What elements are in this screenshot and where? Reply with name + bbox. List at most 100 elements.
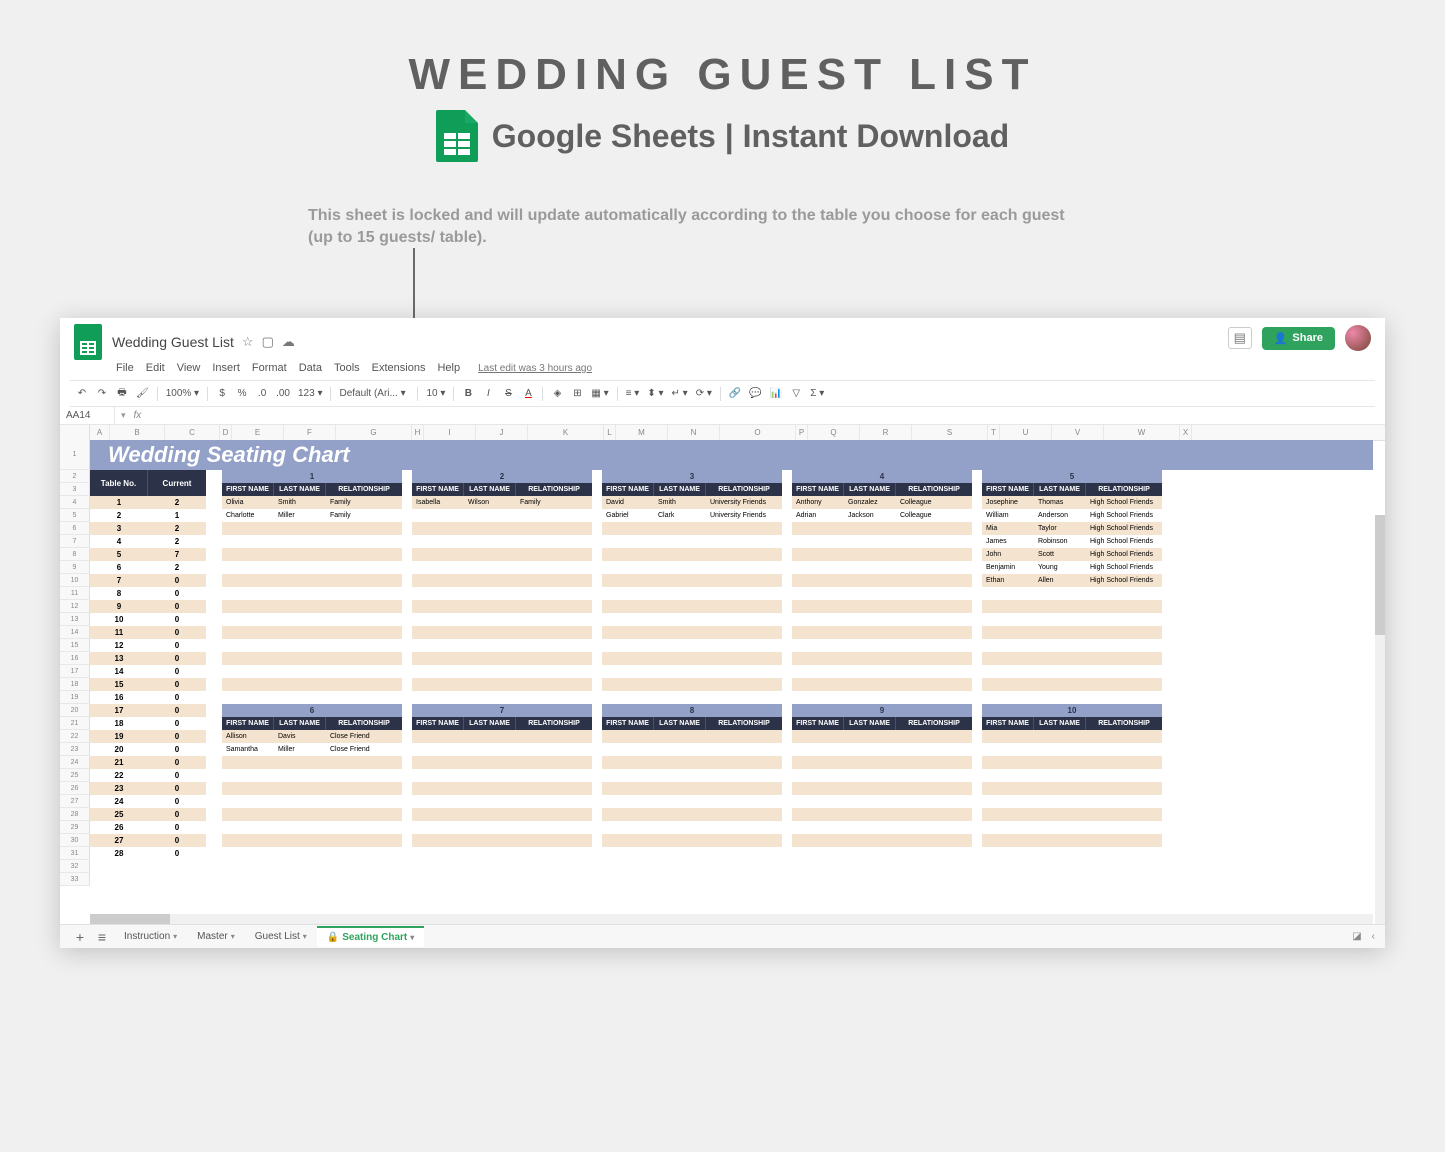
summary-row[interactable]: 57	[90, 548, 206, 561]
add-sheet-icon[interactable]: +	[70, 929, 90, 945]
table-row[interactable]	[792, 678, 972, 691]
table-row[interactable]	[602, 639, 782, 652]
table-row[interactable]	[412, 587, 592, 600]
summary-row[interactable]: 170	[90, 704, 206, 717]
table-row[interactable]	[412, 548, 592, 561]
table-row[interactable]	[792, 574, 972, 587]
table-row[interactable]: SamanthaMillerClose Friend	[222, 743, 402, 756]
row-header[interactable]: 9	[60, 561, 90, 574]
table-row[interactable]	[222, 587, 402, 600]
table-row[interactable]	[792, 730, 972, 743]
paint-format-icon[interactable]: 🖌	[136, 388, 149, 399]
table-row[interactable]	[602, 587, 782, 600]
row-header[interactable]: 24	[60, 756, 90, 769]
avatar[interactable]	[1345, 325, 1371, 351]
row-header[interactable]: 27	[60, 795, 90, 808]
table-row[interactable]	[412, 834, 592, 847]
table-row[interactable]: JohnScottHigh School Friends	[982, 548, 1162, 561]
summary-row[interactable]: 240	[90, 795, 206, 808]
comments-icon[interactable]: ▤	[1228, 327, 1252, 349]
table-row[interactable]	[222, 613, 402, 626]
summary-row[interactable]: 42	[90, 535, 206, 548]
table-row[interactable]: AllisonDavisClose Friend	[222, 730, 402, 743]
table-row[interactable]	[412, 769, 592, 782]
table-row[interactable]	[792, 808, 972, 821]
table-row[interactable]	[792, 652, 972, 665]
dec-decimal-icon[interactable]: .0	[256, 388, 268, 399]
share-button[interactable]: 👤Share	[1262, 327, 1335, 350]
table-row[interactable]	[602, 743, 782, 756]
col-header[interactable]: D	[220, 425, 232, 440]
col-header[interactable]: G	[336, 425, 412, 440]
functions-icon[interactable]: Σ ▾	[810, 388, 824, 399]
summary-row[interactable]: 21	[90, 509, 206, 522]
table-row[interactable]	[982, 795, 1162, 808]
table-row[interactable]	[222, 600, 402, 613]
summary-row[interactable]: 32	[90, 522, 206, 535]
menu-edit[interactable]: Edit	[146, 362, 165, 374]
bold-icon[interactable]: B	[462, 388, 474, 399]
table-row[interactable]	[792, 821, 972, 834]
table-row[interactable]	[222, 847, 402, 860]
table-row[interactable]	[222, 665, 402, 678]
table-row[interactable]	[982, 821, 1162, 834]
row-header[interactable]: 7	[60, 535, 90, 548]
table-row[interactable]	[412, 561, 592, 574]
tab-master[interactable]: Master▾	[187, 926, 245, 947]
table-row[interactable]	[222, 795, 402, 808]
print-icon[interactable]: 🖶	[116, 385, 128, 402]
table-row[interactable]	[412, 665, 592, 678]
undo-icon[interactable]: ↶	[76, 388, 88, 399]
table-row[interactable]	[412, 808, 592, 821]
table-row[interactable]	[602, 769, 782, 782]
summary-row[interactable]: 180	[90, 717, 206, 730]
menu-extensions[interactable]: Extensions	[372, 362, 426, 374]
table-row[interactable]	[792, 639, 972, 652]
wrap-icon[interactable]: ↵ ▾	[672, 388, 688, 399]
table-row[interactable]: CharlotteMillerFamily	[222, 509, 402, 522]
table-row[interactable]	[982, 613, 1162, 626]
summary-row[interactable]: 100	[90, 613, 206, 626]
table-row[interactable]	[792, 834, 972, 847]
table-row[interactable]	[982, 847, 1162, 860]
summary-row[interactable]: 220	[90, 769, 206, 782]
chart-icon[interactable]: 📊	[770, 388, 782, 399]
table-row[interactable]	[982, 808, 1162, 821]
row-header[interactable]: 15	[60, 639, 90, 652]
tab-dropdown-icon[interactable]: ▾	[410, 933, 414, 942]
col-header[interactable]: I	[424, 425, 476, 440]
table-row[interactable]	[222, 756, 402, 769]
currency-icon[interactable]: $	[216, 388, 228, 399]
col-header[interactable]: K	[528, 425, 604, 440]
row-header[interactable]: 3	[60, 483, 90, 496]
table-row[interactable]	[982, 834, 1162, 847]
summary-row[interactable]: 260	[90, 821, 206, 834]
col-header[interactable]: J	[476, 425, 528, 440]
table-row[interactable]	[222, 522, 402, 535]
row-header[interactable]: 16	[60, 652, 90, 665]
font-select[interactable]: Default (Ari... ▾	[339, 388, 409, 399]
row-header[interactable]: 2	[60, 470, 90, 483]
table-row[interactable]	[792, 756, 972, 769]
table-row[interactable]	[222, 561, 402, 574]
menu-format[interactable]: Format	[252, 362, 287, 374]
col-header[interactable]: X	[1180, 425, 1192, 440]
table-row[interactable]: JosephineThomasHigh School Friends	[982, 496, 1162, 509]
col-header[interactable]: S	[912, 425, 988, 440]
tab-guest-list[interactable]: Guest List▾	[245, 926, 317, 947]
table-row[interactable]	[602, 613, 782, 626]
table-row[interactable]: JamesRobinsonHigh School Friends	[982, 535, 1162, 548]
spreadsheet-grid[interactable]: ABCDEFGHIJKLMNOPQRSTUVWX 123456789101112…	[60, 425, 1385, 948]
table-row[interactable]: MiaTaylorHigh School Friends	[982, 522, 1162, 535]
more-format-icon[interactable]: 123 ▾	[298, 388, 322, 399]
table-row[interactable]	[222, 834, 402, 847]
summary-row[interactable]: 270	[90, 834, 206, 847]
row-header[interactable]: 1	[60, 440, 90, 470]
summary-row[interactable]: 140	[90, 665, 206, 678]
col-header[interactable]: A	[90, 425, 110, 440]
explore-icon[interactable]: ◪	[1352, 931, 1361, 942]
summary-row[interactable]: 230	[90, 782, 206, 795]
row-header[interactable]: 4	[60, 496, 90, 509]
table-row[interactable]	[982, 626, 1162, 639]
table-row[interactable]: GabrielClarkUniversity Friends	[602, 509, 782, 522]
